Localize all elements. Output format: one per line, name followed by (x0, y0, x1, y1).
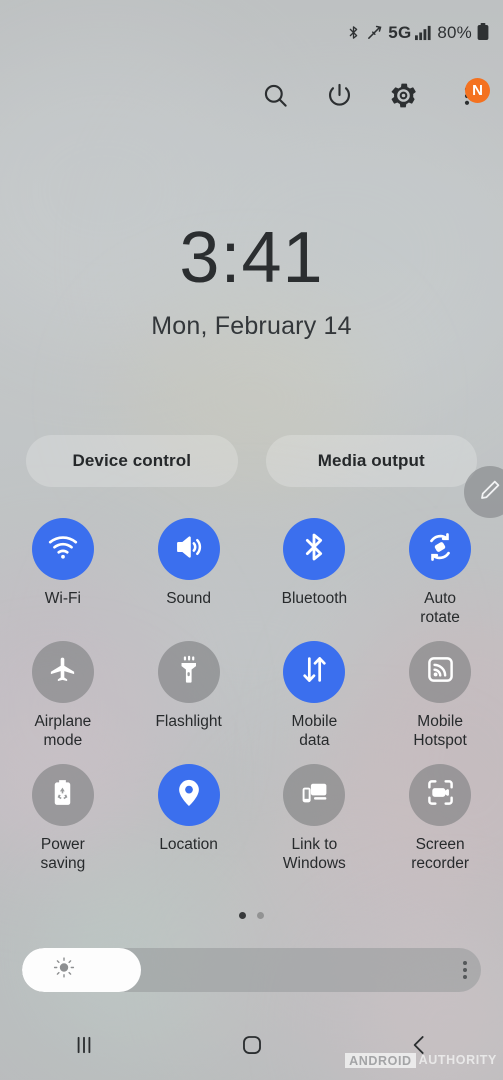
qs-label: Mobile Hotspot (413, 713, 467, 749)
power-button[interactable] (313, 72, 365, 124)
search-icon (262, 82, 289, 114)
qs-tile-wifi[interactable]: Wi-Fi (0, 518, 126, 627)
qs-label: Link to Windows (282, 836, 346, 872)
clock-widget[interactable]: 3:41 Mon, February 14 (0, 222, 503, 341)
qs-icon-wrapper (157, 518, 220, 580)
location-pin-icon (173, 777, 205, 814)
qs-icon-wrapper (157, 764, 220, 826)
qs-label: Auto rotate (420, 590, 460, 626)
auto-rotate-icon (424, 531, 456, 568)
qs-icon-wrapper (409, 518, 472, 580)
flashlight-icon (173, 654, 204, 690)
data-transfer-icon (299, 654, 330, 690)
status-bar: 5G 80% (0, 0, 503, 64)
qs-label: Mobile data (291, 713, 338, 749)
qs-icon-wrapper (409, 641, 472, 703)
qs-icon-wrapper (31, 641, 94, 703)
qs-tile-mobile-hotspot[interactable]: Mobile Hotspot (377, 641, 503, 750)
power-saving-icon (47, 777, 78, 813)
recents-button[interactable] (0, 1014, 168, 1080)
page-dot-1[interactable] (239, 912, 246, 919)
battery-icon (477, 23, 489, 41)
shortcut-pill-row: Device control Media output (26, 435, 477, 487)
nfc-icon (366, 23, 383, 42)
screen-recorder-icon (425, 777, 456, 813)
brightness-slider[interactable] (22, 948, 481, 992)
page-indicator (0, 912, 503, 919)
watermark-part-one: ANDROID (345, 1052, 416, 1068)
phone-screen: 5G 80% N 3:41 Mon, February 14 Device co… (0, 0, 503, 1080)
quick-settings-grid: Wi-Fi Sound Bluetooth Auto rotate Airpla… (0, 518, 503, 873)
battery-percent-label: 80% (437, 22, 472, 42)
qs-tile-link-to-windows[interactable]: Link to Windows (252, 764, 378, 873)
qs-tile-bluetooth[interactable]: Bluetooth (252, 518, 378, 627)
search-button[interactable] (249, 72, 301, 124)
qs-label: Power saving (40, 836, 86, 872)
navigation-bar (0, 1014, 503, 1080)
media-output-button[interactable]: Media output (265, 435, 477, 487)
watermark-part-two: AUTHORITY (418, 1053, 497, 1067)
bluetooth-icon (346, 23, 361, 42)
qs-label: Sound (166, 590, 212, 607)
airplane-icon (47, 654, 78, 690)
pencil-icon (478, 478, 502, 507)
qs-icon-wrapper (31, 764, 94, 826)
home-button[interactable] (168, 1014, 336, 1080)
power-icon (326, 82, 353, 114)
qs-tile-location[interactable]: Location (126, 764, 252, 873)
qs-icon-wrapper (31, 518, 94, 580)
qs-label: Flashlight (155, 713, 222, 730)
device-control-button[interactable]: Device control (26, 435, 238, 487)
qs-icon-wrapper (283, 764, 346, 826)
qs-label: Screen recorder (411, 836, 469, 872)
qs-label: Wi-Fi (44, 590, 81, 607)
qs-tile-auto-rotate[interactable]: Auto rotate (377, 518, 503, 627)
bluetooth-icon (298, 531, 330, 568)
wifi-icon (47, 531, 79, 568)
hotspot-icon (425, 654, 456, 690)
brightness-options-button[interactable] (463, 961, 467, 979)
qs-label: Bluetooth (281, 590, 348, 607)
more-options-button[interactable]: N (441, 72, 493, 124)
notification-badge: N (465, 78, 490, 103)
brightness-sun-icon (52, 956, 76, 985)
volume-icon (173, 531, 205, 568)
qs-icon-wrapper (283, 518, 346, 580)
qs-tile-screen-recorder[interactable]: Screen recorder (377, 764, 503, 873)
clock-time: 3:41 (179, 218, 324, 298)
page-dot-2[interactable] (257, 912, 264, 919)
watermark: ANDROID AUTHORITY (345, 1052, 497, 1068)
qs-tile-flashlight[interactable]: Flashlight (126, 641, 252, 750)
qs-tile-power-saving[interactable]: Power saving (0, 764, 126, 873)
home-icon (239, 1032, 265, 1063)
qs-label: Location (159, 836, 218, 853)
link-to-windows-icon (299, 777, 330, 813)
qs-icon-wrapper (283, 641, 346, 703)
back-button[interactable] (335, 1014, 503, 1080)
qs-tile-sound[interactable]: Sound (126, 518, 252, 627)
gear-icon (390, 82, 417, 114)
brightness-fill (22, 948, 142, 992)
clock-date: Mon, February 14 (151, 312, 352, 340)
recents-icon (71, 1032, 97, 1063)
qs-tile-mobile-data[interactable]: Mobile data (252, 641, 378, 750)
signal-bars-icon (415, 24, 432, 41)
network-type-label: 5G (388, 22, 412, 42)
qs-icon-wrapper (409, 764, 472, 826)
qs-tile-airplane-mode[interactable]: Airplane mode (0, 641, 126, 750)
panel-header-actions: N (249, 72, 493, 124)
qs-label: Airplane mode (34, 713, 92, 749)
qs-icon-wrapper (157, 641, 220, 703)
settings-button[interactable] (377, 72, 429, 124)
